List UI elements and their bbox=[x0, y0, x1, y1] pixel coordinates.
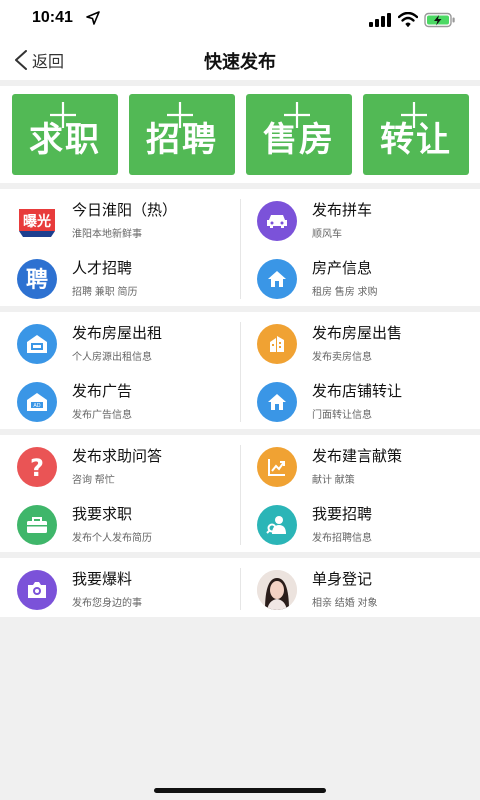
nav-bar: 返回 快速发布 bbox=[0, 40, 480, 80]
house-rent-icon bbox=[17, 324, 57, 364]
item-help-qa[interactable]: ? 发布求助问答 咨询 帮忙 bbox=[0, 439, 240, 499]
item-title: 发布房屋出租 bbox=[72, 325, 163, 342]
shop-icon bbox=[257, 382, 297, 422]
item-subtitle: 租房 售房 求购 bbox=[312, 287, 378, 298]
item-subtitle: 发布卖房信息 bbox=[312, 352, 372, 363]
status-bar: 10:41 bbox=[0, 0, 480, 40]
item-talent-recruit[interactable]: 聘 人才招聘 招聘 兼职 简历 bbox=[0, 251, 240, 311]
tile-label: 招聘 bbox=[146, 121, 218, 159]
item-title: 发布建言献策 bbox=[312, 448, 403, 465]
cellular-signal-icon bbox=[369, 13, 391, 27]
item-subtitle: 顺风车 bbox=[312, 229, 342, 240]
item-subtitle: 发布广告信息 bbox=[72, 410, 132, 421]
camera-icon bbox=[17, 570, 57, 610]
item-shop-transfer[interactable]: 发布店铺转让 门面转让信息 bbox=[240, 374, 480, 434]
person-search-icon bbox=[257, 505, 297, 545]
section-property: 发布房屋出租 个人房源出租信息 发布房屋出售 发布卖房信息 AD 发布广告 发布… bbox=[0, 312, 480, 429]
item-title: 发布拼车 bbox=[312, 202, 373, 219]
item-title: 人才招聘 bbox=[72, 260, 133, 277]
battery-icon bbox=[424, 12, 455, 28]
item-advertise[interactable]: AD 发布广告 发布广告信息 bbox=[0, 374, 240, 434]
item-carpool[interactable]: 发布拼车 顺风车 bbox=[240, 193, 480, 253]
item-subtitle: 发布您身边的事 bbox=[72, 598, 142, 609]
item-subtitle: 相亲 结婚 对象 bbox=[312, 598, 378, 609]
item-hire[interactable]: 我要招聘 发布招聘信息 bbox=[240, 497, 480, 557]
home-indicator[interactable] bbox=[154, 788, 326, 793]
item-rent-house[interactable]: 发布房屋出租 个人房源出租信息 bbox=[0, 316, 240, 376]
wifi-icon bbox=[398, 12, 418, 27]
tile-recruit[interactable]: 招聘 bbox=[129, 94, 235, 175]
svg-text:AD: AD bbox=[33, 403, 40, 409]
building-icon bbox=[257, 324, 297, 364]
exposure-icon: 曝光 bbox=[17, 201, 57, 241]
item-subtitle: 淮阳本地新鲜事 bbox=[72, 229, 142, 240]
item-title: 我要求职 bbox=[72, 506, 133, 523]
section-help-jobs: ? 发布求助问答 咨询 帮忙 发布建言献策 献计 献策 我要求职 发布个人发布简… bbox=[0, 435, 480, 552]
car-icon bbox=[257, 201, 297, 241]
item-title: 我要爆料 bbox=[72, 571, 133, 588]
item-title: 我要招聘 bbox=[312, 506, 373, 523]
item-subtitle: 献计 献策 bbox=[312, 475, 355, 486]
section-local: 曝光 今日淮阳（热） 淮阳本地新鲜事 发布拼车 顺风车 聘 人才招聘 招聘 兼职… bbox=[0, 189, 480, 306]
item-today-huaiyang[interactable]: 曝光 今日淮阳（热） 淮阳本地新鲜事 bbox=[0, 193, 240, 253]
item-report-news[interactable]: 我要爆料 发布您身边的事 bbox=[0, 562, 240, 622]
item-title: 今日淮阳（热） bbox=[72, 202, 178, 219]
recruit-icon: 聘 bbox=[17, 259, 57, 299]
item-singles-register[interactable]: 单身登记 相亲 结婚 对象 bbox=[240, 562, 480, 622]
item-subtitle: 发布招聘信息 bbox=[312, 533, 372, 544]
question-icon: ? bbox=[17, 447, 57, 487]
item-subtitle: 发布个人发布简历 bbox=[72, 533, 152, 544]
ad-icon: AD bbox=[17, 382, 57, 422]
house-icon bbox=[257, 259, 297, 299]
item-title: 发布求助问答 bbox=[72, 448, 163, 465]
item-suggestions[interactable]: 发布建言献策 献计 献策 bbox=[240, 439, 480, 499]
svg-text:聘: 聘 bbox=[26, 268, 48, 293]
tile-sell-house[interactable]: 售房 bbox=[246, 94, 352, 175]
page-title: 快速发布 bbox=[204, 52, 276, 72]
item-subtitle: 个人房源出租信息 bbox=[72, 352, 152, 363]
tile-label: 求职 bbox=[29, 121, 101, 159]
tile-label: 售房 bbox=[263, 121, 335, 159]
item-title: 发布房屋出售 bbox=[312, 325, 403, 342]
item-title: 发布广告 bbox=[72, 383, 133, 400]
item-job-seek[interactable]: 我要求职 发布个人发布简历 bbox=[0, 497, 240, 557]
avatar bbox=[257, 570, 297, 610]
tile-job-seeking[interactable]: 求职 bbox=[12, 94, 118, 175]
location-arrow-icon bbox=[86, 11, 100, 25]
item-subtitle: 招聘 兼职 简历 bbox=[72, 287, 138, 298]
item-subtitle: 咨询 帮忙 bbox=[72, 475, 115, 486]
item-title: 单身登记 bbox=[312, 571, 373, 588]
section-personal: 我要爆料 发布您身边的事 单身登记 相亲 结婚 对象 bbox=[0, 558, 480, 617]
item-sell-house[interactable]: 发布房屋出售 发布卖房信息 bbox=[240, 316, 480, 376]
briefcase-icon bbox=[17, 505, 57, 545]
tile-transfer[interactable]: 转让 bbox=[363, 94, 469, 175]
item-title: 房产信息 bbox=[312, 260, 373, 277]
status-time: 10:41 bbox=[32, 9, 73, 26]
svg-text:曝光: 曝光 bbox=[23, 213, 51, 230]
tile-label: 转让 bbox=[380, 121, 452, 159]
chart-icon bbox=[257, 447, 297, 487]
item-real-estate[interactable]: 房产信息 租房 售房 求购 bbox=[240, 251, 480, 311]
svg-text:?: ? bbox=[30, 454, 44, 482]
item-subtitle: 门面转让信息 bbox=[312, 410, 372, 421]
quick-tiles: 求职 招聘 售房 转让 bbox=[0, 86, 480, 183]
item-title: 发布店铺转让 bbox=[312, 383, 403, 400]
